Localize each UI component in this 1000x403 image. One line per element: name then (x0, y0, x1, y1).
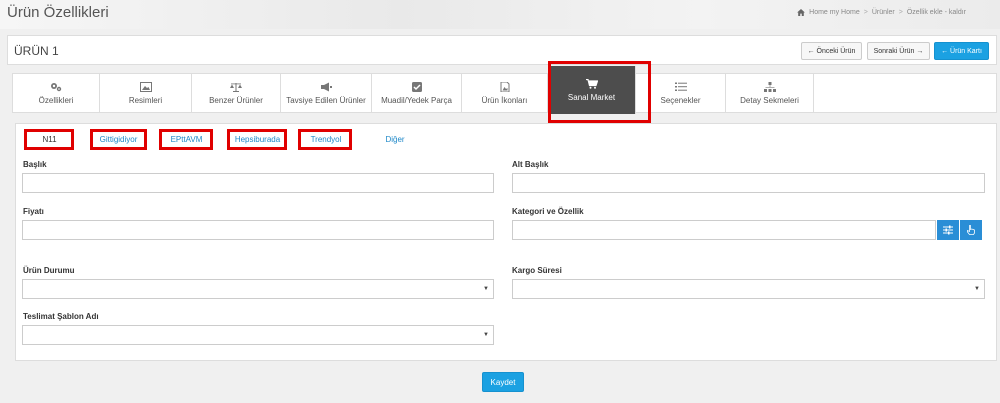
tab-detay-sekmeleri[interactable]: Detay Sekmeleri (726, 74, 814, 112)
tab-muadil-yedek[interactable]: Muadil/Yedek Parça (372, 74, 462, 112)
alt-baslik-label: Alt Başlık (512, 160, 549, 169)
page-title: Ürün Özellikleri (7, 4, 109, 21)
tab-label: Muadil/Yedek Parça (381, 95, 452, 105)
urun-durumu-select[interactable]: ▼ (22, 279, 494, 299)
tab-resimleri[interactable]: Resimleri (100, 74, 192, 112)
hand-pointer-button[interactable] (960, 220, 982, 240)
fiyati-label: Fiyatı (23, 207, 44, 216)
sliders-icon (943, 225, 953, 235)
megaphone-icon (321, 82, 332, 91)
sliders-button[interactable] (937, 220, 959, 240)
check-square-icon (411, 81, 422, 92)
tab-label: Özellikleri (38, 95, 74, 105)
shopping-cart-icon (585, 78, 598, 89)
kargo-suresi-select[interactable]: ▼ (512, 279, 985, 299)
gears-icon (51, 82, 62, 91)
subtab-diger[interactable]: Diğer (380, 131, 410, 148)
subtab-trendyol[interactable]: Trendyol (300, 131, 352, 148)
breadcrumb-current: Özellik ekle - kaldır (906, 9, 966, 16)
hand-pointer-icon (967, 225, 975, 235)
breadcrumb-urunler[interactable]: Ürünler (872, 9, 895, 16)
kategori-input[interactable] (512, 220, 936, 240)
urun-durumu-label: Ürün Durumu (23, 266, 75, 275)
tab-label: Tavsiye Edilen Ürünler (286, 95, 366, 105)
tab-bar: Özellikleri Resimleri Benzer Ürünler Tav… (12, 66, 997, 114)
tab-sanal-market[interactable]: Sanal Market (548, 66, 636, 114)
subtab-n11[interactable]: N11 (26, 131, 73, 148)
product-card-button[interactable]: ← Ürün Kartı (934, 42, 989, 60)
breadcrumb-separator: > (898, 9, 903, 16)
tab-ozellikleri[interactable]: Özellikleri (13, 74, 100, 112)
kategori-label: Kategori ve Özellik (512, 207, 584, 216)
baslik-input[interactable] (22, 173, 494, 193)
tab-urun-ikonlari[interactable]: Ürün İkonları (462, 74, 548, 112)
next-product-button[interactable]: Sonraki Ürün → (867, 42, 930, 60)
breadcrumb: Home my Home > Ürünler > Özellik ekle - … (797, 9, 966, 16)
teslimat-label: Teslimat Şablon Adı (23, 312, 99, 321)
image-icon (139, 81, 152, 92)
tab-label: Benzer Ürünler (209, 95, 263, 105)
caret-down-icon: ▼ (974, 286, 980, 292)
subtab-epttavm[interactable]: EPttAVM (161, 131, 212, 148)
caret-down-icon: ▼ (483, 332, 489, 338)
product-title: ÜRÜN 1 (14, 44, 59, 58)
teslimat-select[interactable]: ▼ (22, 325, 494, 345)
home-icon (797, 9, 806, 16)
tab-tavsiye-edilen[interactable]: Tavsiye Edilen Ürünler (281, 74, 372, 112)
tab-label: Sanal Market (567, 92, 616, 102)
tab-secenekler[interactable]: Seçenekler (636, 74, 726, 112)
product-header: ÜRÜN 1 ← Önceki Ürün Sonraki Ürün → ← Ür… (7, 35, 997, 65)
save-button[interactable]: Kaydet (482, 372, 524, 392)
tab-label: Detay Sekmeleri (740, 95, 799, 105)
baslik-label: Başlık (23, 160, 47, 169)
caret-down-icon: ▼ (483, 286, 489, 292)
subtab-gittigidiyor[interactable]: Gittigidiyor (92, 131, 145, 148)
tab-benzer-urunler[interactable]: Benzer Ürünler (192, 74, 281, 112)
top-bar: Ürün Özellikleri Home my Home > Ürünler … (0, 0, 1000, 29)
fiyati-input[interactable] (22, 220, 494, 240)
sitemap-icon (763, 81, 776, 92)
alt-baslik-input[interactable] (512, 173, 985, 193)
previous-product-button[interactable]: ← Önceki Ürün (801, 42, 862, 60)
tab-label: Ürün İkonları (481, 95, 528, 105)
tab-label: Resimleri (128, 95, 163, 105)
kargo-suresi-label: Kargo Süresi (512, 266, 562, 275)
subtab-hepsiburada[interactable]: Hepsiburada (229, 131, 286, 148)
balance-scale-icon (230, 82, 242, 92)
list-icon (674, 82, 687, 91)
breadcrumb-separator: > (863, 9, 868, 16)
tab-label: Seçenekler (660, 95, 701, 105)
breadcrumb-home[interactable]: Home my Home (809, 9, 860, 16)
file-image-icon (500, 81, 509, 92)
